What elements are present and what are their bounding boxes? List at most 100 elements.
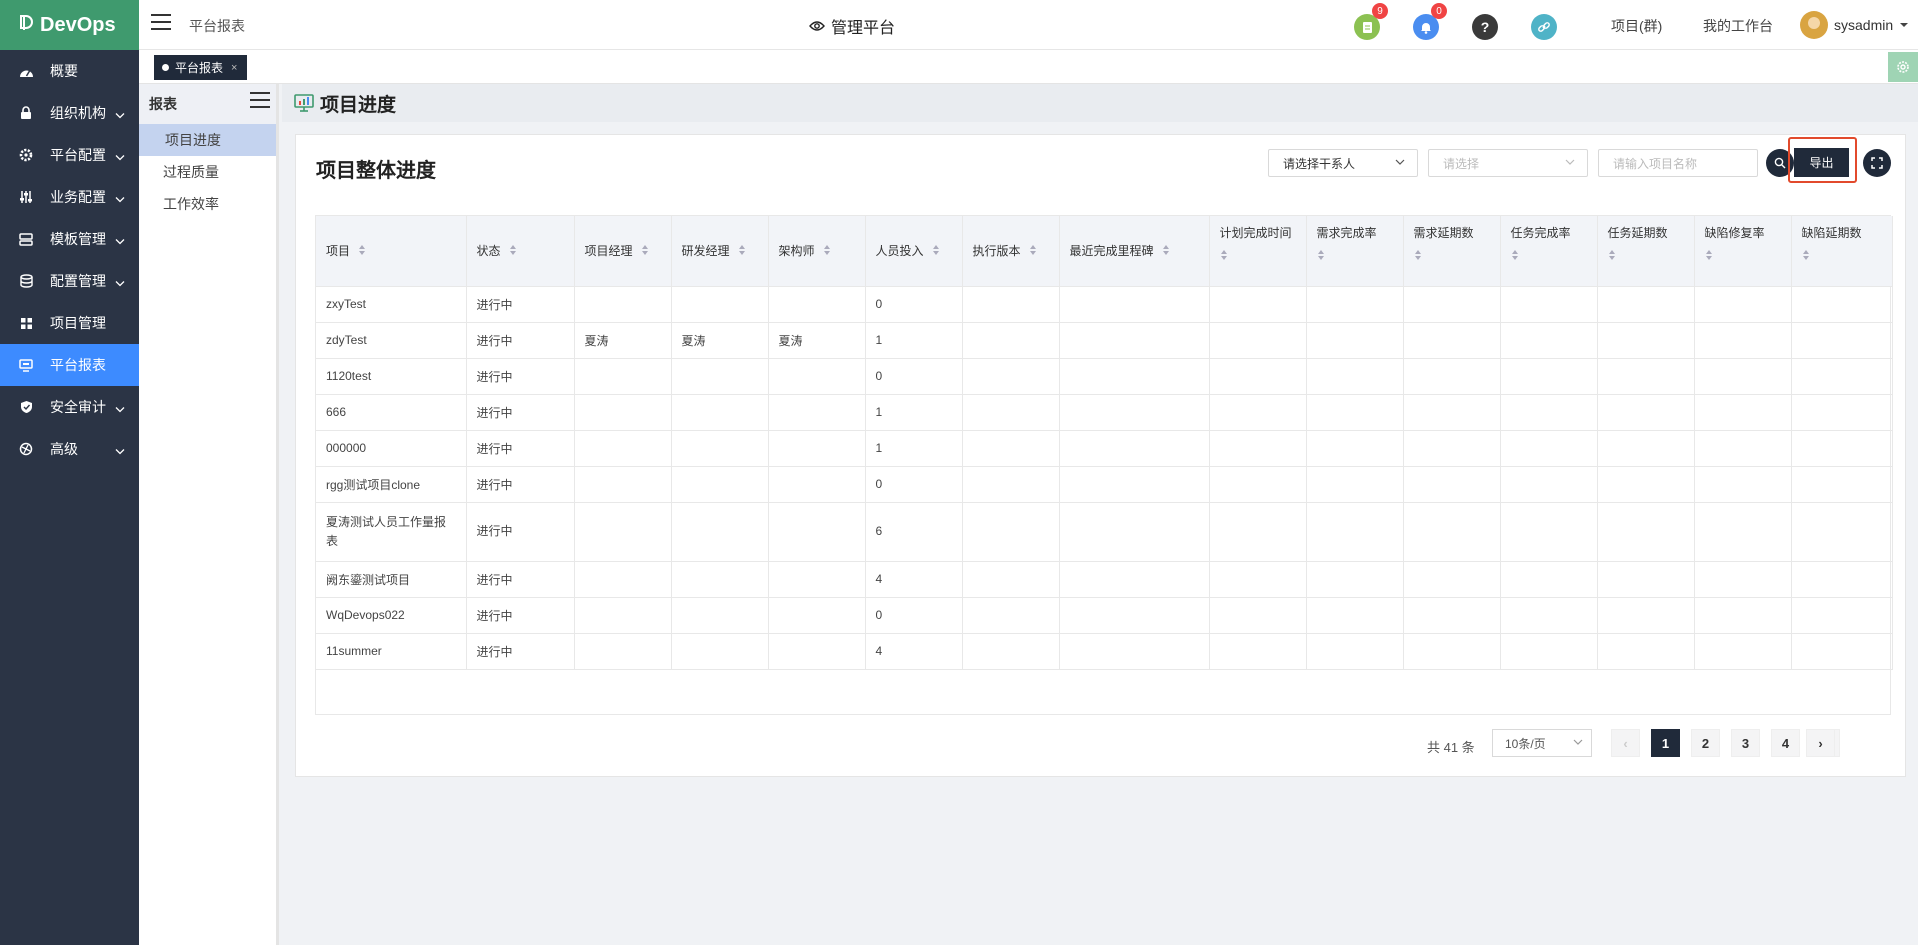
workspace-link[interactable]: 我的工作台 [1703,16,1773,36]
page-size-select[interactable]: 10条/页 [1492,729,1592,757]
sidebar-item-8[interactable]: 安全审计 [0,386,139,428]
table-cell [962,322,1060,359]
column-header[interactable]: 执行版本 [962,216,1060,287]
sort-icon[interactable] [1162,244,1170,259]
table-cell: 进行中 [466,466,575,503]
submenu-item-work-efficiency[interactable]: 工作效率 [139,188,276,220]
projects-link[interactable]: 项目(群) [1611,16,1662,36]
prev-page-button[interactable]: ‹ [1611,729,1640,757]
sort-icon[interactable] [1220,249,1296,264]
column-header-label: 计划完成时间 [1219,226,1292,240]
page-button[interactable]: 4 [1771,729,1800,757]
sort-icon[interactable] [509,244,517,259]
sort-icon[interactable] [1317,249,1393,264]
sort-icon[interactable] [358,244,366,259]
table-row[interactable]: zxyTest 进行中 0 [316,286,1893,323]
table-cell [1059,597,1210,634]
tab-close-icon[interactable]: × [231,62,237,74]
tab-platform-report[interactable]: 平台报表 × [154,55,248,80]
column-header[interactable]: 需求延期数 [1403,216,1501,287]
table-cell: 进行中 [466,286,575,323]
table-cell [1500,502,1598,562]
column-header[interactable]: 任务完成率 [1500,216,1598,287]
column-header[interactable]: 架构师 [768,216,866,287]
table-row[interactable]: 1120test 进行中 0 [316,358,1893,395]
table-row[interactable]: 000000 进行中 1 [316,430,1893,467]
sort-icon[interactable] [1608,249,1684,264]
table-row[interactable]: WqDevops022 进行中 0 [316,597,1893,634]
table-cell [1597,358,1695,395]
export-button[interactable]: 导出 [1794,148,1849,177]
sort-icon[interactable] [1029,244,1037,259]
sidebar-item-5[interactable]: 配置管理 [0,260,139,302]
table-cell: 夏涛测试人员工作量报表 [316,502,467,562]
tab-active-dot [162,64,169,71]
table-cell [1597,394,1695,431]
column-header[interactable]: 项目经理 [574,216,672,287]
submenu-item-project-progress[interactable]: 项目进度 [139,124,276,156]
sort-icon[interactable] [932,244,940,259]
sidebar-item-9[interactable]: 高级 [0,428,139,470]
table-row[interactable]: 阙东鎏测试项目 进行中 4 [316,561,1893,598]
status-select[interactable]: 请选择 [1428,149,1588,177]
menu-toggle-icon[interactable] [151,14,171,30]
submenu-collapse-icon[interactable] [250,92,270,113]
eye-icon [809,21,825,31]
column-header[interactable]: 项目 [316,216,467,287]
table-row[interactable]: 11summer 进行中 4 [316,633,1893,670]
column-header[interactable]: 人员投入 [865,216,963,287]
template-icon [18,231,34,247]
column-header[interactable]: 最近完成里程碑 [1059,216,1210,287]
table-row[interactable]: rgg测试项目clone 进行中 0 [316,466,1893,503]
column-header[interactable]: 需求完成率 [1306,216,1404,287]
table-row[interactable]: 夏涛测试人员工作量报表 进行中 6 [316,502,1893,562]
sort-icon[interactable] [1802,249,1882,264]
page-button[interactable]: 2 [1691,729,1720,757]
app-logo[interactable]: DevOps [0,0,139,50]
page-button[interactable]: 3 [1731,729,1760,757]
sort-icon[interactable] [1705,249,1781,264]
sort-icon[interactable] [823,244,831,259]
breadcrumb[interactable]: 平台报表 [189,16,245,36]
table-row[interactable]: zdyTest 进行中 夏涛 夏涛 夏涛 1 [316,322,1893,359]
stakeholder-select[interactable]: 请选择干系人 [1268,149,1418,177]
sidebar-item-7[interactable]: 平台报表 [0,344,139,386]
sort-icon[interactable] [1414,249,1490,264]
help-icon[interactable]: ? [1472,14,1498,40]
sidebar-item-0[interactable]: 概要 [0,50,139,92]
column-header[interactable]: 缺陷修复率 [1694,216,1792,287]
monitor-chart-icon [294,94,314,112]
table-cell: 1 [865,322,963,359]
sort-icon[interactable] [1511,249,1587,264]
table-cell [1059,286,1210,323]
doc-notification-icon[interactable]: 9 [1354,3,1388,40]
column-header[interactable]: 缺陷延期数 [1791,216,1893,287]
column-header[interactable]: 计划完成时间 [1209,216,1307,287]
project-name-input[interactable]: 请输入项目名称 [1598,149,1758,177]
table-cell [1209,633,1307,670]
table-row[interactable]: 666 进行中 1 [316,394,1893,431]
sidebar-item-2[interactable]: 平台配置 [0,134,139,176]
sort-icon[interactable] [738,244,746,259]
table-cell: 0 [865,358,963,395]
sort-icon[interactable] [641,244,649,259]
column-header[interactable]: 任务延期数 [1597,216,1695,287]
sidebar-item-1[interactable]: 组织机构 [0,92,139,134]
column-header[interactable]: 研发经理 [671,216,769,287]
fullscreen-button[interactable] [1863,149,1891,177]
table-cell [1403,597,1501,634]
sidebar-item-3[interactable]: 业务配置 [0,176,139,218]
submenu-item-process-quality[interactable]: 过程质量 [139,156,276,188]
next-page-button[interactable]: › [1806,729,1835,757]
table-cell [574,597,672,634]
sidebar-item-4[interactable]: 模板管理 [0,218,139,260]
user-menu[interactable]: sysadmin [1800,11,1909,39]
page-button[interactable]: 1 [1651,729,1680,757]
link-icon[interactable] [1531,14,1557,40]
table-cell [574,633,672,670]
bell-icon[interactable]: 0 [1413,3,1447,40]
sidebar-item-6[interactable]: 项目管理 [0,302,139,344]
column-header[interactable]: 状态 [466,216,575,287]
table-cell [1791,502,1893,562]
settings-icon[interactable] [1888,52,1918,82]
